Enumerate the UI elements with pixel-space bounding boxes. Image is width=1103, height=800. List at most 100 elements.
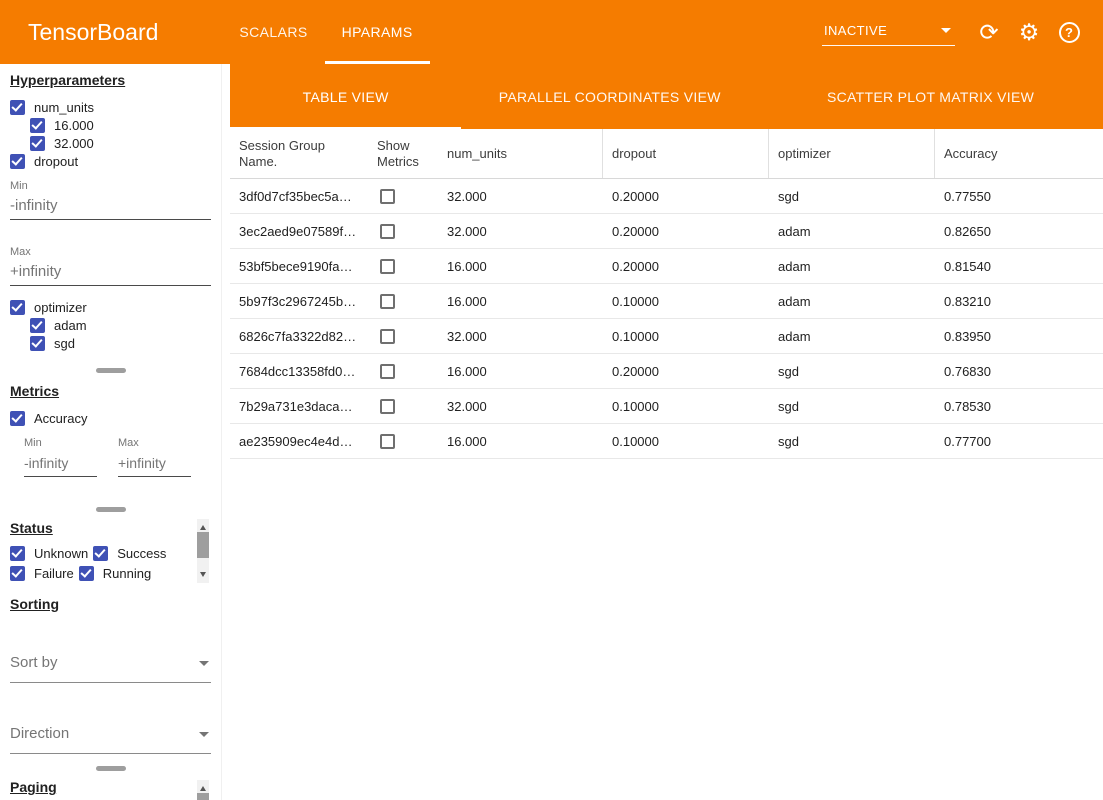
nav-tab-scalars[interactable]: SCALARS: [222, 0, 324, 64]
run-status-select[interactable]: INACTIVE: [822, 18, 955, 46]
help-button[interactable]: ?: [1049, 12, 1089, 52]
metrics-heading: Metrics: [10, 383, 59, 399]
status-running-row[interactable]: Running: [79, 564, 151, 582]
status-options: Unknown Success Failure Running: [10, 544, 200, 582]
dropout-checkbox[interactable]: [10, 154, 25, 169]
sort-by-select[interactable]: Sort by: [10, 646, 211, 683]
show-metrics-checkbox[interactable]: [380, 259, 395, 274]
status-unknown-label: Unknown: [34, 546, 88, 561]
optimizer-checkbox[interactable]: [10, 300, 25, 315]
sessions-table: Session Group Name. Show Metrics num_uni…: [230, 129, 1103, 459]
optimizer-adam-checkbox[interactable]: [30, 318, 45, 333]
show-metrics-cell: [368, 319, 438, 353]
num-units-label: num_units: [34, 100, 94, 115]
show-metrics-checkbox[interactable]: [380, 224, 395, 239]
num-units-16-checkbox[interactable]: [30, 118, 45, 133]
status-unknown-row[interactable]: Unknown: [10, 544, 88, 562]
num-units-cell: 16.000: [438, 249, 603, 283]
num-units-value-row[interactable]: 32.000: [30, 134, 211, 152]
direction-value: Direction: [10, 725, 69, 742]
paging-scrollbar[interactable]: [197, 780, 209, 800]
optimizer-adam-label: adam: [54, 318, 87, 333]
table-header: Session Group Name. Show Metrics num_uni…: [230, 129, 1103, 179]
show-metrics-cell: [368, 284, 438, 318]
num-units-cell: 32.000: [438, 389, 603, 423]
dropout-row[interactable]: dropout: [10, 152, 211, 170]
accuracy-row[interactable]: Accuracy: [10, 409, 211, 427]
num-units-row[interactable]: num_units: [10, 98, 211, 116]
show-metrics-checkbox[interactable]: [380, 294, 395, 309]
topbar-actions: INACTIVE ⟳ ⚙ ?: [822, 12, 1103, 52]
num-units-32-checkbox[interactable]: [30, 136, 45, 151]
tab-scatter-plot-matrix-view[interactable]: SCATTER PLOT MATRIX VIEW: [758, 64, 1103, 129]
sort-by-value: Sort by: [10, 654, 58, 671]
optimizer-row[interactable]: optimizer: [10, 298, 211, 316]
status-success-checkbox[interactable]: [93, 546, 108, 561]
num-units-cell: 16.000: [438, 354, 603, 388]
column-header-dropout: dropout: [603, 129, 769, 178]
show-metrics-checkbox[interactable]: [380, 364, 395, 379]
tab-table-view[interactable]: TABLE VIEW: [230, 64, 461, 129]
show-metrics-checkbox[interactable]: [380, 189, 395, 204]
paging-section: Paging Number of matching session groups…: [0, 771, 221, 800]
accuracy-cell: 0.83210: [935, 284, 1103, 318]
dropout-max-input[interactable]: +infinity: [10, 259, 211, 286]
column-header-optimizer: optimizer: [769, 129, 935, 178]
metric-max-input[interactable]: +infinity: [118, 450, 191, 477]
scroll-down-icon[interactable]: [200, 572, 206, 580]
optimizer-sgd-checkbox[interactable]: [30, 336, 45, 351]
metric-filter-fields: Min -infinity Max +infinity: [10, 437, 211, 477]
show-metrics-cell: [368, 424, 438, 458]
scrollbar-thumb[interactable]: [197, 532, 209, 558]
reload-button[interactable]: ⟳: [969, 12, 1009, 52]
direction-select[interactable]: Direction: [10, 717, 211, 754]
dropdown-arrow-icon: [199, 732, 209, 742]
show-metrics-cell: [368, 354, 438, 388]
status-scrollbar[interactable]: [197, 519, 209, 583]
settings-button[interactable]: ⚙: [1009, 12, 1049, 52]
dropout-cell: 0.20000: [603, 179, 769, 213]
num-units-value-row[interactable]: 16.000: [30, 116, 211, 134]
view-tabs: TABLE VIEW PARALLEL COORDINATES VIEW SCA…: [230, 64, 1103, 129]
optimizer-cell: sgd: [769, 354, 935, 388]
dropout-cell: 0.20000: [603, 214, 769, 248]
accuracy-checkbox[interactable]: [10, 411, 25, 426]
num-units-cell: 32.000: [438, 214, 603, 248]
reload-icon: ⟳: [979, 21, 998, 44]
status-running-label: Running: [103, 566, 151, 581]
optimizer-cell: adam: [769, 214, 935, 248]
app-title: TensorBoard: [28, 19, 158, 46]
optimizer-value-row[interactable]: sgd: [30, 334, 211, 352]
dropout-min-input[interactable]: -infinity: [10, 193, 211, 220]
table-row: 7684dcc13358fd0… 16.000 0.20000 sgd 0.76…: [230, 354, 1103, 389]
show-metrics-checkbox[interactable]: [380, 434, 395, 449]
status-failure-checkbox[interactable]: [10, 566, 25, 581]
num-units-cell: 32.000: [438, 319, 603, 353]
show-metrics-checkbox[interactable]: [380, 329, 395, 344]
scroll-up-icon[interactable]: [200, 783, 206, 791]
dropout-max-field: Max +infinity: [10, 246, 211, 286]
status-unknown-checkbox[interactable]: [10, 546, 25, 561]
scrollbar-thumb[interactable]: [197, 793, 209, 800]
status-success-row[interactable]: Success: [93, 544, 166, 562]
show-metrics-cell: [368, 179, 438, 213]
metric-min-input[interactable]: -infinity: [24, 450, 97, 477]
dropout-cell: 0.10000: [603, 319, 769, 353]
status-running-checkbox[interactable]: [79, 566, 94, 581]
tab-parallel-coordinates-view[interactable]: PARALLEL COORDINATES VIEW: [461, 64, 758, 129]
optimizer-value-row[interactable]: adam: [30, 316, 211, 334]
nav-tab-hparams[interactable]: HPARAMS: [325, 0, 430, 64]
main-content: TABLE VIEW PARALLEL COORDINATES VIEW SCA…: [230, 64, 1103, 800]
table-row: 53bf5bece9190fa… 16.000 0.20000 adam 0.8…: [230, 249, 1103, 284]
show-metrics-checkbox[interactable]: [380, 399, 395, 414]
status-failure-row[interactable]: Failure: [10, 564, 74, 582]
table-row: ae235909ec4e4d… 16.000 0.10000 sgd 0.777…: [230, 424, 1103, 459]
metrics-section: Metrics Accuracy Min -infinity Max +infi…: [0, 373, 221, 477]
optimizer-cell: adam: [769, 249, 935, 283]
main-nav: SCALARS HPARAMS: [222, 0, 429, 64]
dropout-min-field: Min -infinity: [10, 180, 211, 220]
num-units-checkbox[interactable]: [10, 100, 25, 115]
metric-min-label: Min: [24, 437, 97, 450]
dropdown-arrow-icon: [199, 661, 209, 671]
scroll-up-icon[interactable]: [200, 522, 206, 530]
